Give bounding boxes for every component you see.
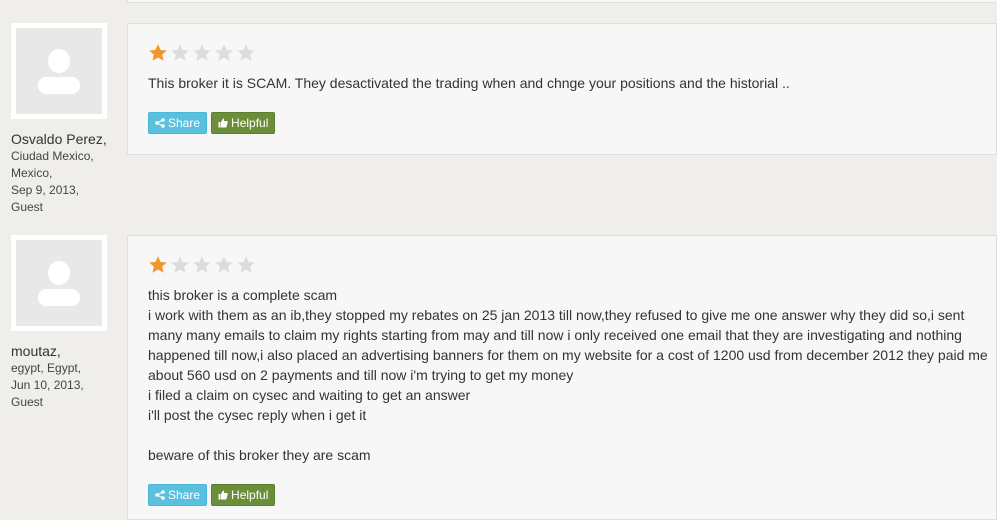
- star-filled-icon: [148, 255, 168, 275]
- helpful-label: Helpful: [231, 488, 269, 502]
- review-text: This broker it is SCAM. They desactivate…: [148, 75, 790, 91]
- previous-review-card-edge: [127, 0, 997, 3]
- author-role: Guest: [11, 200, 44, 214]
- share-icon: [155, 490, 165, 500]
- star-filled-icon: [148, 43, 168, 63]
- author-name: moutaz,: [11, 343, 61, 359]
- helpful-button[interactable]: Helpful: [211, 484, 276, 506]
- user-placeholder-icon: [38, 261, 80, 306]
- review-card: This broker it is SCAM. They desactivate…: [127, 23, 997, 155]
- share-button[interactable]: Share: [148, 112, 208, 134]
- thumbs-up-icon: [218, 118, 228, 128]
- review-date: Sep 9, 2013,: [11, 183, 80, 197]
- share-button[interactable]: Share: [148, 484, 208, 506]
- helpful-button[interactable]: Helpful: [211, 112, 276, 134]
- review-text: this broker is a complete scam i work wi…: [148, 287, 988, 463]
- share-icon: [155, 118, 165, 128]
- review-actions: Share Helpful: [148, 112, 276, 134]
- review-author: Osvaldo Perez, Ciudad Mexico, Mexico, Se…: [11, 23, 123, 216]
- avatar[interactable]: [11, 23, 107, 119]
- helpful-label: Helpful: [231, 116, 269, 130]
- share-label: Share: [168, 488, 201, 502]
- star-empty-icon: [236, 255, 256, 275]
- review-card: this broker is a complete scam i work wi…: [127, 235, 997, 520]
- star-rating: [148, 43, 258, 63]
- user-placeholder-icon: [38, 49, 80, 94]
- author-city: Ciudad Mexico,: [11, 149, 94, 163]
- star-rating: [148, 255, 258, 275]
- star-empty-icon: [214, 43, 234, 63]
- star-empty-icon: [192, 43, 212, 63]
- author-country: Mexico,: [11, 166, 53, 180]
- author-role: Guest: [11, 395, 44, 409]
- author-name: Osvaldo Perez,: [11, 131, 107, 147]
- review-date: Jun 10, 2013,: [11, 378, 84, 392]
- share-label: Share: [168, 116, 201, 130]
- star-empty-icon: [170, 255, 190, 275]
- avatar[interactable]: [11, 235, 107, 331]
- star-empty-icon: [170, 43, 190, 63]
- author-location: egypt, Egypt,: [11, 361, 82, 375]
- review-author: moutaz, egypt, Egypt, Jun 10, 2013, Gues…: [11, 235, 123, 411]
- star-empty-icon: [236, 43, 256, 63]
- review-actions: Share Helpful: [148, 484, 276, 506]
- star-empty-icon: [192, 255, 212, 275]
- star-empty-icon: [214, 255, 234, 275]
- thumbs-up-icon: [218, 490, 228, 500]
